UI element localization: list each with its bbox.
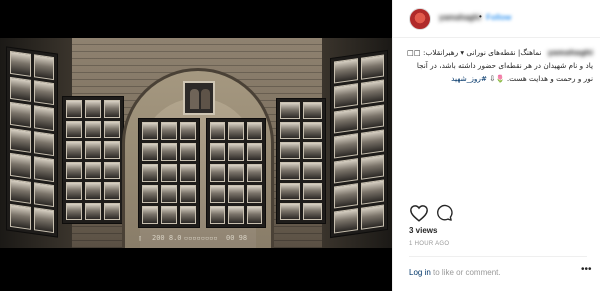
portrait-board-right: [276, 98, 326, 224]
hud-value-c: 00 98: [226, 234, 248, 242]
header-username[interactable]: yamahaghi: [439, 13, 481, 22]
post-header: yamahaghi • Follow: [393, 0, 600, 38]
caption-text-1: نماهنگ| نقطه‌های نورانی ▾ رهبرانقلاب: □□: [406, 48, 542, 57]
post-media[interactable]: ▯ 200 8.0 ▫▫▫▫▫▫▫▫ 00 98: [0, 0, 392, 291]
caption-line-1: yamahaghi نماهنگ| نقطه‌های نورانی ▾ رهبر…: [401, 46, 593, 59]
hud-value-b: ▫▫▫▫▫▫▫▫: [184, 234, 218, 242]
portrait-board-center-right: [206, 118, 266, 228]
comment-icon[interactable]: [435, 204, 453, 222]
hashtag-link[interactable]: #روز_شهید: [451, 74, 487, 83]
portrait-board-left: [62, 96, 124, 224]
caption-text-3: نور و رحمت و هدایت هست. 🌷⇩: [489, 74, 593, 83]
portrait-board-center-left: [138, 118, 200, 228]
post-timestamp[interactable]: 1 HOUR AGO: [409, 241, 449, 247]
post-sidebar: yamahaghi • Follow yamahaghi نماهنگ| نقط…: [392, 0, 600, 291]
view-count[interactable]: 3 views: [409, 226, 437, 235]
more-options-button[interactable]: •••: [581, 264, 592, 275]
follow-button[interactable]: Follow: [486, 13, 511, 22]
portrait-board-far-left: [6, 46, 58, 238]
instagram-post: ▯ 200 8.0 ▫▫▫▫▫▫▫▫ 00 98 yamahaghi • Fol…: [0, 0, 600, 291]
leader-portrait: [183, 81, 215, 115]
divider: [409, 256, 587, 257]
caption-line-3: نور و رحمت و هدایت هست. 🌷⇩ #روز_شهید: [401, 72, 593, 85]
post-caption: yamahaghi نماهنگ| نقطه‌های نورانی ▾ رهبر…: [401, 46, 593, 85]
hud-value-a: 200 8.0: [152, 234, 182, 242]
caption-username[interactable]: yamahaghi: [548, 46, 593, 59]
video-frame[interactable]: [0, 38, 392, 248]
caption-line-2: یاد و نام شهیدان در هر نقطه‌ای حضور داشت…: [416, 61, 593, 70]
camera-hud-overlay: ▯ 200 8.0 ▫▫▫▫▫▫▫▫ 00 98: [0, 234, 392, 246]
portrait-board-far-right: [330, 49, 388, 239]
hud-marker: ▯: [138, 234, 143, 242]
login-prompt-text: to like or comment.: [430, 268, 501, 277]
login-prompt: Log in to like or comment.: [409, 268, 501, 277]
heart-icon[interactable]: [409, 204, 429, 222]
header-separator: •: [479, 12, 482, 21]
avatar[interactable]: [409, 8, 431, 30]
login-link[interactable]: Log in: [409, 268, 431, 277]
